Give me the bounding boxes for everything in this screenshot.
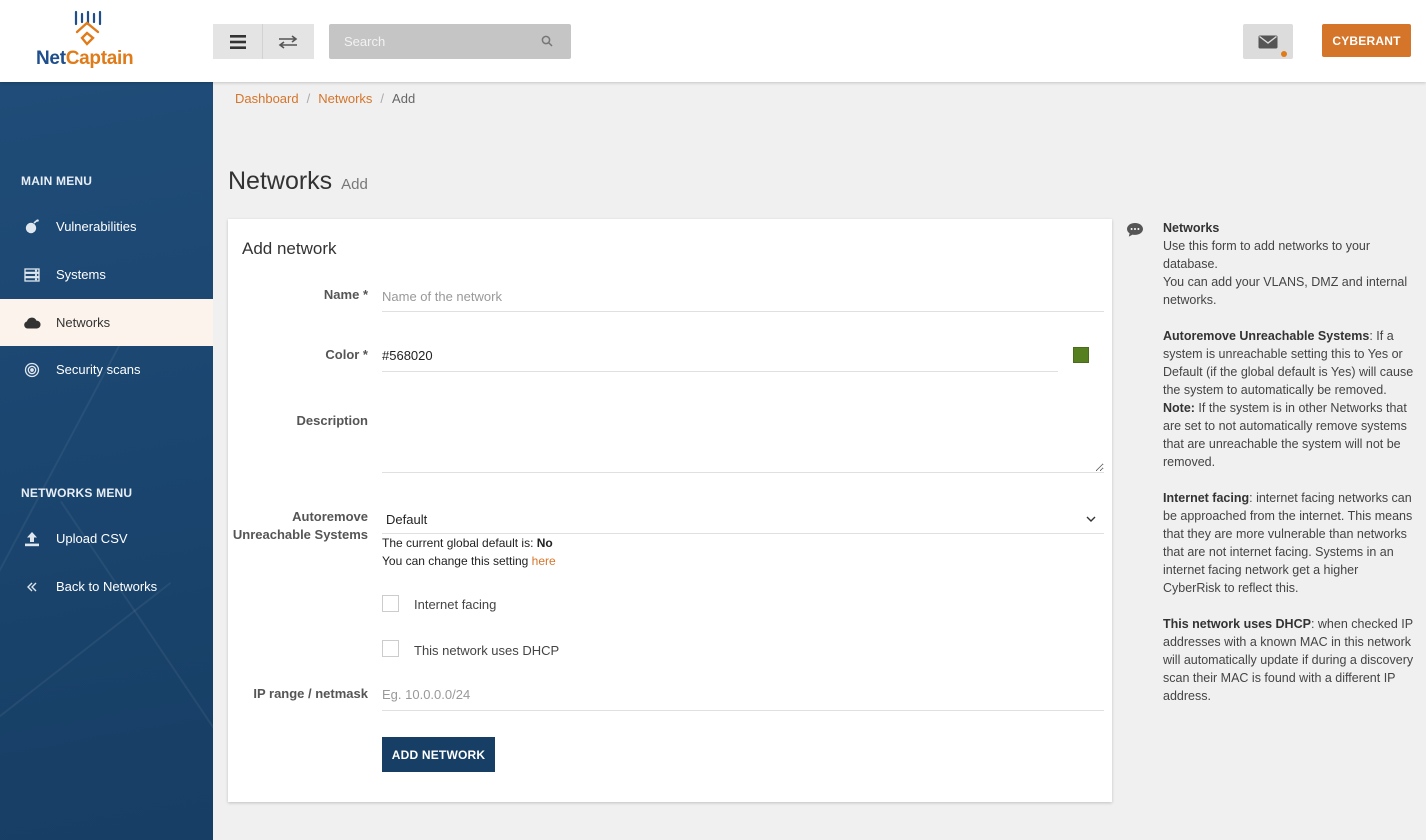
target-icon xyxy=(22,360,42,380)
internet-facing-checkbox[interactable] xyxy=(382,595,399,612)
ip-range-input[interactable] xyxy=(382,679,1104,711)
help-internet-facing: Internet facing: internet facing network… xyxy=(1163,491,1413,595)
breadcrumb-separator: / xyxy=(306,91,311,106)
description-textarea[interactable] xyxy=(382,404,1104,473)
sidebar-item-label: Back to Networks xyxy=(56,579,158,594)
logo-mark-icon xyxy=(74,10,102,46)
sidebar-item-upload-csv[interactable]: Upload CSV xyxy=(0,515,213,562)
chat-bubble-icon xyxy=(1127,223,1143,237)
logo[interactable]: NetCaptain xyxy=(30,8,148,74)
hamburger-icon xyxy=(229,34,246,49)
name-input[interactable] xyxy=(382,281,1104,312)
sidebar-item-security-scans[interactable]: Security scans xyxy=(0,346,213,393)
help-note: Note: If the system is in other Networks… xyxy=(1163,401,1407,469)
help-autoremove: Autoremove Unreachable Systems: If a sys… xyxy=(1163,329,1414,397)
networks-menu-title: NETWORKS MENU xyxy=(21,486,133,500)
double-chevron-left-icon xyxy=(22,577,42,597)
menu-toggle-button[interactable] xyxy=(213,24,263,59)
add-network-button[interactable]: ADD NETWORK xyxy=(382,737,495,772)
help-title: Networks xyxy=(1163,221,1220,235)
top-bar: NetCaptain CYBERANT xyxy=(0,0,1426,82)
sidebar-item-networks[interactable]: Networks xyxy=(0,299,213,346)
server-icon xyxy=(22,265,42,285)
search-input[interactable] xyxy=(329,24,539,59)
color-input[interactable] xyxy=(382,340,1058,372)
swap-icon xyxy=(278,34,298,49)
sidebar-item-label: Security scans xyxy=(56,362,141,377)
user-menu-button[interactable]: CYBERANT xyxy=(1322,24,1411,57)
breadcrumb-separator: / xyxy=(380,91,385,106)
description-label: Description xyxy=(296,413,368,428)
autoremove-select[interactable]: Default xyxy=(382,505,1104,534)
upload-icon xyxy=(22,529,42,549)
swap-button[interactable] xyxy=(263,24,313,59)
notification-dot xyxy=(1281,51,1287,57)
name-label: Name * xyxy=(323,287,368,302)
form-title: Add network xyxy=(242,239,337,258)
sidebar-item-label: Upload CSV xyxy=(56,531,128,546)
add-network-form: Add network Name * Color * Description A… xyxy=(228,219,1112,802)
sidebar-item-label: Networks xyxy=(56,315,111,330)
page-title: Networks Add xyxy=(228,167,368,196)
dhcp-label[interactable]: This network uses DHCP xyxy=(414,643,559,658)
color-label: Color * xyxy=(325,347,368,362)
help-intro-2: You can add your VLANS, DMZ and internal… xyxy=(1163,275,1408,307)
messages-button[interactable] xyxy=(1243,24,1293,59)
change-setting-link[interactable]: here xyxy=(532,554,556,568)
page-title-text: Networks xyxy=(228,167,333,195)
help-intro-1: Use this form to add networks to your da… xyxy=(1163,239,1371,271)
dhcp-checkbox[interactable] xyxy=(382,640,399,657)
breadcrumb: Dashboard / Networks / Add xyxy=(235,91,415,106)
page-subtitle: Add xyxy=(341,176,368,193)
bug-icon xyxy=(22,217,42,237)
chevron-down-icon xyxy=(1086,516,1096,522)
breadcrumb-current: Add xyxy=(392,91,416,106)
global-default-hint: The current global default is: No xyxy=(382,536,553,550)
sidebar-item-systems[interactable]: Systems xyxy=(0,251,213,298)
sidebar-item-back-to-networks[interactable]: Back to Networks xyxy=(0,563,213,610)
sidebar-item-label: Systems xyxy=(56,267,106,282)
help-panel: Networks Use this form to add networks t… xyxy=(1163,219,1415,705)
internet-facing-label[interactable]: Internet facing xyxy=(414,597,496,612)
toolbar-button-group xyxy=(213,24,314,59)
search-box xyxy=(329,24,571,59)
logo-text: NetCaptain xyxy=(36,48,134,69)
sidebar: MAIN MENU Vulnerabilities Systems Networ… xyxy=(0,82,213,840)
help-dhcp: This network uses DHCP: when checked IP … xyxy=(1163,617,1414,703)
cloud-icon xyxy=(22,313,42,333)
mail-icon xyxy=(1258,35,1278,48)
sidebar-item-vulnerabilities[interactable]: Vulnerabilities xyxy=(0,203,213,250)
global-default-value: No xyxy=(536,536,553,550)
autoremove-label: Autoremove Unreachable Systems xyxy=(232,509,368,542)
breadcrumb-networks[interactable]: Networks xyxy=(318,91,372,106)
change-setting-hint: You can change this setting here xyxy=(382,554,556,568)
color-swatch[interactable] xyxy=(1073,347,1089,363)
main-menu-title: MAIN MENU xyxy=(21,174,93,188)
autoremove-selected-value: Default xyxy=(386,511,428,527)
breadcrumb-dashboard[interactable]: Dashboard xyxy=(235,91,299,106)
ip-range-label: IP range / netmask xyxy=(253,686,368,701)
sidebar-item-label: Vulnerabilities xyxy=(56,219,137,234)
search-icon[interactable] xyxy=(541,35,553,47)
